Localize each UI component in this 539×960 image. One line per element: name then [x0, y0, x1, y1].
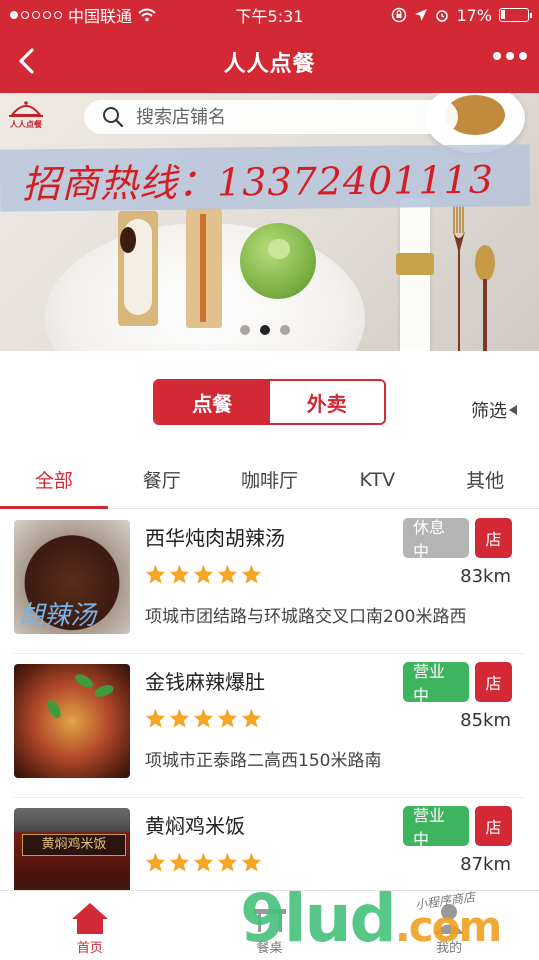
storefront-sign: 黄焖鸡米饭	[22, 834, 126, 856]
status-badge: 营业中	[403, 806, 469, 849]
bottom-nav: 首页 餐桌 我的	[0, 890, 539, 960]
carousel-dot[interactable]	[260, 325, 270, 335]
takeout-tab[interactable]: 外卖	[269, 381, 384, 423]
orientation-lock-icon	[392, 7, 407, 23]
signal-icon	[10, 11, 62, 19]
cloche-icon	[9, 101, 43, 117]
mode-bar: 点餐 外卖 筛选	[0, 351, 539, 451]
status-badge: 营业中	[403, 662, 469, 705]
status-bar: 中国联通 下午5:31 17%	[0, 0, 539, 30]
restaurant-list: 胡辣汤 西华炖肉胡辣汤 休息中 店 83km 项城市团结路与环城路交叉口南200…	[0, 510, 539, 890]
wifi-icon	[138, 8, 156, 22]
mode-switch[interactable]: 点餐 外卖	[153, 379, 386, 425]
shop-button[interactable]: 店	[475, 518, 512, 558]
battery-percent: 17%	[456, 5, 492, 25]
pastry-image	[186, 208, 222, 328]
search-bar[interactable]	[84, 100, 458, 134]
star-icon	[145, 564, 166, 584]
shop-button[interactable]: 店	[475, 806, 512, 846]
table-icon	[253, 909, 286, 932]
restaurant-name: 金钱麻辣爆肚	[145, 670, 265, 694]
star-icon	[217, 852, 238, 872]
thumbnail-caption: 胡辣汤	[18, 601, 97, 631]
hotline-text: 招商热线：13372401113	[0, 144, 531, 212]
eclair-image	[118, 211, 158, 326]
rating-stars	[145, 564, 262, 584]
alarm-icon	[436, 10, 449, 22]
top-bar: 中国联通 下午5:31 17% 人人点餐	[0, 0, 539, 93]
star-icon	[169, 852, 190, 872]
nav-table[interactable]: 餐桌	[180, 891, 360, 960]
logo-text: 人人点餐	[10, 120, 42, 129]
star-icon	[145, 852, 166, 872]
tab-ktv[interactable]: KTV	[323, 451, 431, 508]
napkin-ring-image	[396, 253, 434, 275]
restaurant-thumbnail	[14, 664, 130, 778]
list-item[interactable]: 金钱麻辣爆肚 营业中 店 85km 项城市正泰路二高西150米路南	[0, 654, 539, 798]
restaurant-thumbnail: 黄焖鸡米饭	[14, 808, 130, 890]
fork-icon	[453, 205, 465, 351]
tab-all[interactable]: 全部	[0, 451, 108, 509]
distance-label: 87km	[460, 854, 511, 875]
address-label: 项城市正泰路二高西150米路南	[145, 751, 382, 771]
nav-bar: 人人点餐	[0, 30, 539, 93]
nav-home-label: 首页	[76, 941, 103, 956]
user-icon	[434, 904, 465, 934]
star-icon	[241, 708, 262, 728]
filter-label: 筛选	[471, 401, 507, 422]
rating-stars	[145, 708, 262, 728]
distance-label: 85km	[460, 710, 511, 731]
star-icon	[169, 564, 190, 584]
location-arrow-icon	[415, 9, 428, 21]
star-icon	[193, 564, 214, 584]
restaurant-name: 黄焖鸡米饭	[145, 814, 245, 838]
carousel-indicator[interactable]	[240, 325, 290, 335]
category-tabs: 全部 餐厅 咖啡厅 KTV 其他	[0, 451, 539, 509]
caret-left-icon	[509, 405, 517, 415]
star-icon	[217, 564, 238, 584]
rating-stars	[145, 852, 262, 872]
battery-level	[501, 10, 505, 19]
dine-in-tab[interactable]: 点餐	[155, 381, 270, 423]
app-logo: 人人点餐	[6, 99, 46, 129]
tab-other[interactable]: 其他	[431, 451, 539, 508]
tab-cafe[interactable]: 咖啡厅	[216, 451, 324, 508]
address-label: 项城市团结路与环城路交叉口南200米路西	[145, 607, 467, 627]
nav-home[interactable]: 首页	[0, 891, 180, 960]
battery-icon	[499, 8, 532, 22]
spoon-icon	[475, 245, 495, 351]
search-input[interactable]	[136, 106, 416, 128]
carousel-dot[interactable]	[280, 325, 290, 335]
star-icon	[145, 708, 166, 728]
back-arrow-icon[interactable]	[12, 44, 42, 78]
nav-profile-label: 我的	[436, 941, 463, 956]
star-icon	[241, 852, 262, 872]
list-item[interactable]: 胡辣汤 西华炖肉胡辣汤 休息中 店 83km 项城市团结路与环城路交叉口南200…	[0, 510, 539, 654]
filter-button[interactable]: 筛选	[471, 397, 517, 423]
star-icon	[193, 852, 214, 872]
search-icon	[103, 107, 124, 128]
list-item[interactable]: 黄焖鸡米饭 黄焖鸡米饭 营业中 店 87km	[0, 798, 539, 890]
restaurant-name: 西华炖肉胡辣汤	[145, 526, 285, 550]
distance-label: 83km	[460, 566, 511, 587]
star-icon	[193, 708, 214, 728]
promo-banner[interactable]: 人人点餐 招商热线：13372401113	[0, 93, 539, 351]
carousel-dot[interactable]	[240, 325, 250, 335]
carrier-label: 中国联通	[68, 7, 133, 26]
more-options-icon[interactable]	[493, 52, 527, 60]
restaurant-thumbnail: 胡辣汤	[14, 520, 130, 634]
status-badge: 休息中	[403, 518, 469, 561]
star-icon	[169, 708, 190, 728]
shop-button[interactable]: 店	[475, 662, 512, 702]
home-icon	[71, 903, 108, 934]
green-dessert-image	[240, 223, 316, 299]
star-icon	[241, 564, 262, 584]
nav-profile[interactable]: 我的	[359, 891, 539, 960]
tab-restaurant[interactable]: 餐厅	[108, 451, 216, 508]
page-title: 人人点餐	[223, 51, 316, 77]
star-icon	[217, 708, 238, 728]
nav-table-label: 餐桌	[256, 941, 283, 956]
